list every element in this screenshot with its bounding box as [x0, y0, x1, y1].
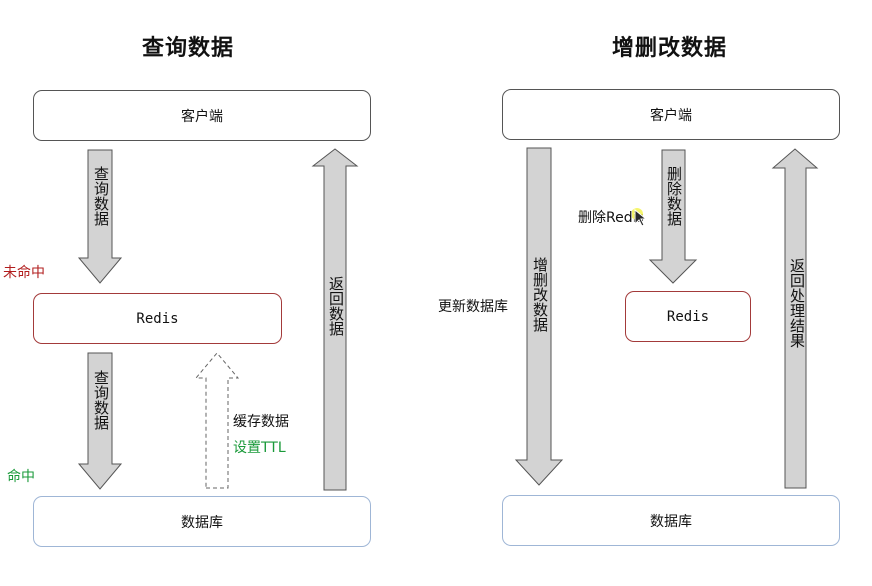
cache-hit-label: 命中 [7, 469, 35, 485]
left-return-label: 返回数据 [327, 276, 345, 336]
right-client-box: 客户端 [502, 89, 840, 140]
right-db-label: 数据库 [650, 513, 692, 530]
right-modify-label: 增删改数据 [531, 257, 549, 332]
set-ttl-label: 设置TTL [233, 440, 286, 456]
left-query-top-label: 查询数据 [92, 166, 110, 226]
right-db-box: 数据库 [502, 495, 840, 546]
mouse-cursor-icon [632, 208, 648, 227]
update-db-label: 更新数据库 [438, 299, 508, 315]
left-db-box: 数据库 [33, 496, 371, 547]
cache-miss-label: 未命中 [3, 265, 45, 281]
left-query-bottom-label: 查询数据 [92, 370, 110, 430]
left-client-label: 客户端 [181, 108, 223, 125]
left-client-box: 客户端 [33, 90, 371, 141]
right-redis-box: Redis [625, 291, 751, 342]
cache-data-label: 缓存数据 [233, 414, 289, 430]
right-delete-label: 删除数据 [665, 166, 683, 226]
left-redis-box: Redis [33, 293, 282, 344]
right-redis-label: Redis [666, 308, 710, 325]
arrow-cache-to-redis [194, 352, 240, 489]
left-redis-label: Redis [136, 310, 179, 327]
left-db-label: 数据库 [181, 514, 223, 531]
right-client-label: 客户端 [650, 107, 692, 124]
right-return-label: 返回处理结果 [788, 258, 806, 348]
